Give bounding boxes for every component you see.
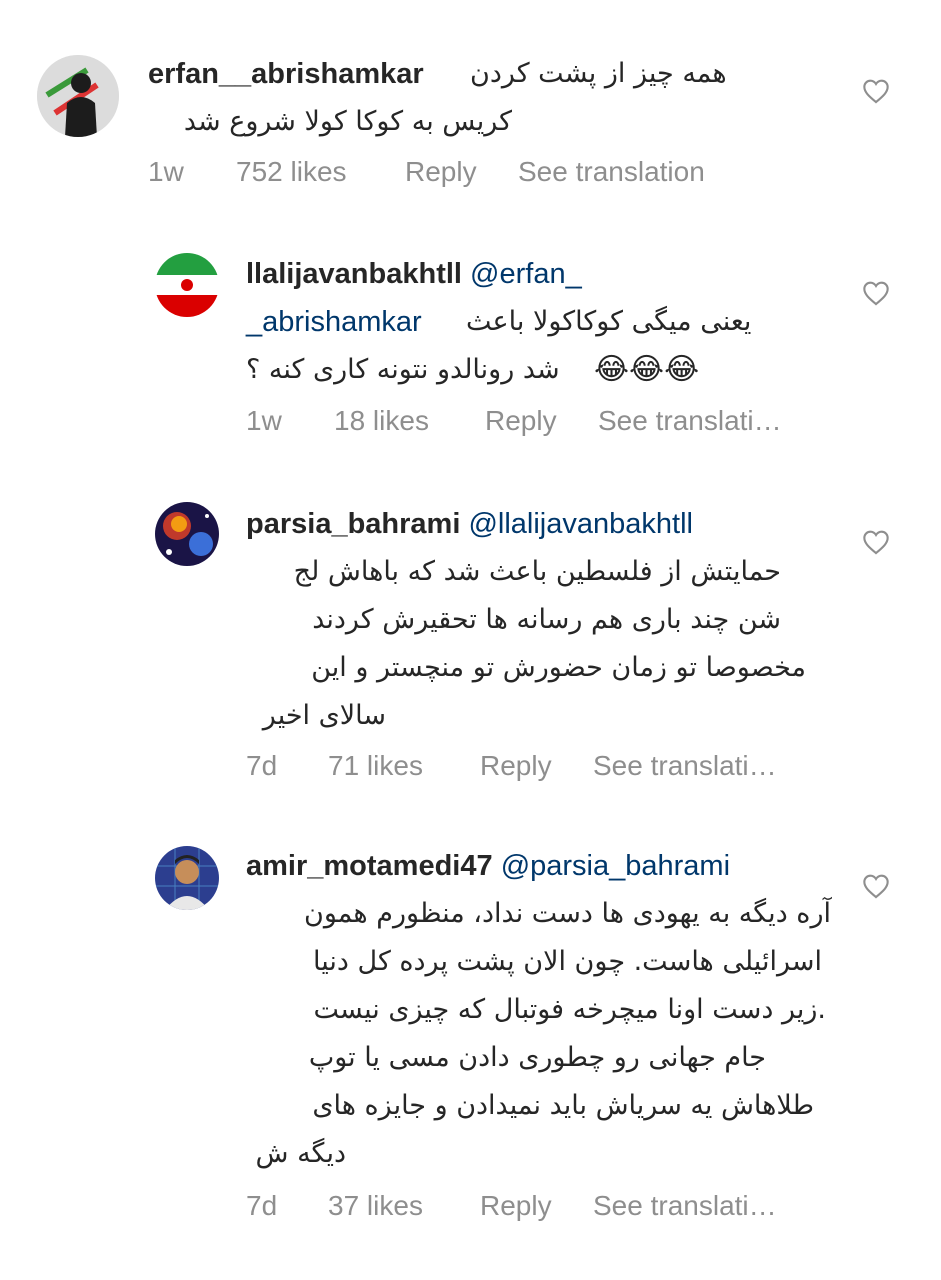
comment-item: amir_motamedi47 @parsia_bahrami آره دیگه…	[0, 0, 941, 1240]
mention-link[interactable]: @parsia_bahrami	[501, 850, 730, 882]
comment-text-line: اسرائیلی هاست. چون الان پشت پرده کل دنیا	[313, 946, 822, 977]
person-photo-avatar[interactable]	[155, 846, 219, 910]
comment-text-line: طلاهاش یه سریاش باید نمیدادن و جایزه های	[312, 1090, 814, 1121]
comment-text-line: زیر دست اونا میچرخه فوتبال که چیزی نیست.	[313, 994, 826, 1025]
reply-button[interactable]: Reply	[480, 1190, 552, 1222]
comment-time: 7d	[246, 1190, 278, 1221]
see-translation-button[interactable]: See translati…	[593, 1190, 777, 1222]
comment-username[interactable]: amir_motamedi47	[246, 850, 493, 882]
comment-text-line: آره دیگه به یهودی ها دست نداد، منظورم هم…	[304, 898, 831, 929]
comment-likes[interactable]: 37 likes	[328, 1190, 423, 1222]
comment-text-line: جام جهانی رو چطوری دادن مسی یا توپ	[308, 1042, 766, 1073]
comment-text-line: دیگه ش	[255, 1138, 346, 1169]
heart-outline-icon[interactable]	[862, 873, 890, 904]
